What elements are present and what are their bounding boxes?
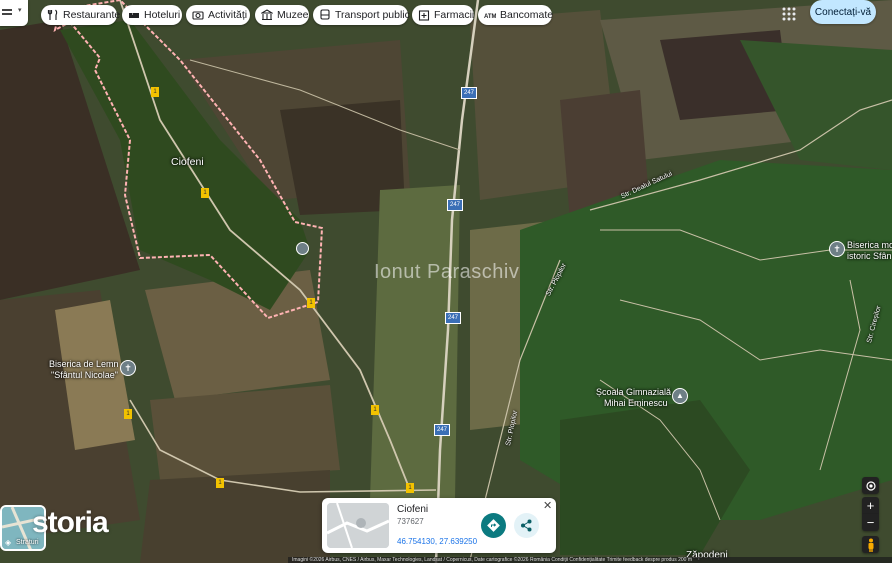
chip-label: Farmacii [434,9,475,21]
atm-icon: ATM [484,9,497,21]
sign-in-button[interactable]: Conectați-vă [810,0,876,24]
road-shield-1: 1 [307,298,315,308]
place-label-school[interactable]: Școala Gimnazială [596,387,671,397]
place-pin-icon[interactable] [296,242,309,255]
chip-label: Bancomate [500,9,554,21]
pegman-icon[interactable] [862,536,879,553]
chip-restaurante[interactable]: Restaurante [41,5,121,25]
road-shield-1: 1 [124,409,132,419]
road-shield-247: 247 [445,312,461,324]
church-pin-icon[interactable]: ✝ [829,241,845,257]
zoom-in-button[interactable]: + [862,497,879,514]
directions-icon[interactable] [481,513,506,538]
chip-bancomate[interactable]: ATM Bancomate [478,5,554,25]
museum-icon [260,9,274,21]
chevron-down-icon: ▾ [18,7,22,14]
road-shield-247: 247 [447,199,463,211]
zoom-out-button[interactable]: − [862,514,879,531]
bus-icon [319,9,331,21]
svg-text:ATM: ATM [484,14,496,20]
road-shield-1: 1 [371,405,379,415]
layers-icon: ◈ [5,538,12,547]
chip-label: Muzee [277,9,309,21]
chip-label: Hoteluri [144,9,181,21]
chip-label: Restaurante [63,9,121,21]
place-thumbnail[interactable] [327,503,389,548]
road-shield-1: 1 [151,87,159,97]
place-label-church-wood[interactable]: Biserica de Lemn [49,359,119,369]
road-shield-247: 247 [434,424,450,436]
chip-muzee[interactable]: Muzee [255,5,309,25]
close-icon[interactable]: ✕ [543,499,552,512]
storia-logo: storia [32,506,109,539]
place-coordinates[interactable]: 46.754130, 27.639250 [397,537,477,546]
place-label-church-right[interactable]: Biserica mo [847,240,892,250]
place-name: Ciofeni [397,504,429,515]
road-shield-247: 247 [461,87,477,99]
road-shield-1: 1 [406,483,414,493]
chip-transport-public[interactable]: Transport public [313,5,410,25]
chip-hoteluri[interactable]: Hoteluri [122,5,182,25]
chip-label: Activități [208,9,248,21]
chip-farmacii[interactable]: Farmacii [412,5,474,25]
camera-icon [192,9,204,21]
layers-label: Straturi [16,539,39,546]
place-label-church-right-2[interactable]: istoric Sfân [847,251,892,261]
road-shield-1: 1 [216,478,224,488]
chip-label: Transport public [335,9,410,21]
place-label-ciofeni[interactable]: Ciofeni [171,156,204,168]
bed-icon [128,9,140,21]
fork-knife-icon [47,9,59,21]
place-info-card[interactable]: Ciofeni 737627 46.754130, 27.639250 ✕ [322,498,556,553]
grid-icon[interactable] [780,5,798,23]
menu-button[interactable]: ▾ [0,0,28,26]
map-footer: Imagini ©2026 Airbus, CNES / Airbus, Max… [288,557,892,563]
place-label-church-wood-2[interactable]: "Sfântul Nicolae" [51,370,118,380]
pharmacy-icon [418,9,430,21]
road-shield-1: 1 [201,188,209,198]
my-location-icon[interactable] [862,477,879,494]
church-pin-icon[interactable]: ✝ [120,360,136,376]
share-icon[interactable] [514,513,539,538]
place-label-school-2[interactable]: Mihai Eminescu [604,398,668,408]
chip-activitati[interactable]: Activități [186,5,250,25]
postal-code: 737627 [397,517,424,526]
school-pin-icon[interactable]: ▲ [672,388,688,404]
watermark: Ionut Paraschiv [374,261,520,283]
